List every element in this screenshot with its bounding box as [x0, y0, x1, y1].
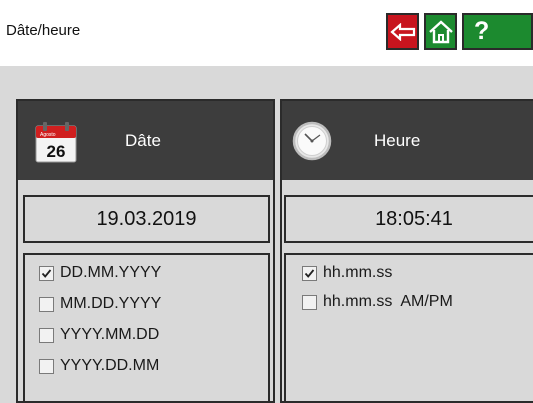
option-label: hh.mm.ss — [323, 264, 393, 281]
back-button[interactable] — [386, 13, 419, 50]
time-format-options: hh.mm.ss hh.mm.ss AM/PM — [284, 253, 533, 403]
time-format-option[interactable]: hh.mm.ss AM/PM — [302, 293, 453, 311]
checkbox[interactable] — [39, 327, 54, 343]
help-button[interactable]: ? — [462, 13, 533, 50]
checkbox[interactable] — [39, 265, 54, 281]
checkbox[interactable] — [39, 296, 54, 312]
calendar-day: 26 — [47, 142, 66, 161]
option-label: DD.MM.YYYY — [60, 264, 162, 281]
clock-icon — [292, 121, 332, 161]
calendar-month: Agosto — [40, 132, 56, 138]
checkbox[interactable] — [302, 265, 317, 281]
time-panel: Heure 18:05:41 hh.mm.ss hh.mm.ss AM/PM — [280, 99, 533, 403]
time-panel-header: Heure — [282, 101, 533, 180]
checkbox[interactable] — [39, 358, 54, 374]
page-title: Dâte/heure — [6, 22, 81, 39]
time-value[interactable]: 18:05:41 — [284, 195, 533, 243]
calendar-icon: Agosto 26 — [35, 122, 77, 163]
date-format-option[interactable]: MM.DD.YYYY — [39, 295, 161, 313]
date-label: Dâte — [125, 131, 161, 150]
date-panel: Agosto 26 Dâte 19.03.2019 DD.MM.YYYY MM.… — [16, 99, 275, 403]
option-label: YYYY.DD.MM — [60, 357, 160, 374]
time-label: Heure — [374, 131, 421, 150]
option-label: hh.mm.ss AM/PM — [323, 293, 453, 310]
date-panel-header: Agosto 26 Dâte — [18, 101, 273, 180]
date-format-option[interactable]: YYYY.DD.MM — [39, 357, 159, 375]
date-value[interactable]: 19.03.2019 — [23, 195, 270, 243]
title-bar: Dâte/heure ? — [0, 0, 533, 66]
checkmark-icon — [304, 268, 315, 278]
checkmark-icon — [41, 268, 52, 278]
checkbox[interactable] — [302, 294, 317, 310]
option-label: YYYY.MM.DD — [60, 326, 160, 343]
option-label: MM.DD.YYYY — [60, 295, 162, 312]
time-format-option[interactable]: hh.mm.ss — [302, 264, 392, 282]
home-icon — [428, 19, 453, 43]
content-area: Agosto 26 Dâte 19.03.2019 DD.MM.YYYY MM.… — [0, 66, 533, 403]
arrow-left-icon — [389, 22, 415, 41]
date-format-options: DD.MM.YYYY MM.DD.YYYY YYYY.MM.DD YYYY.DD… — [23, 253, 270, 403]
date-format-option[interactable]: YYYY.MM.DD — [39, 326, 159, 344]
date-format-option[interactable]: DD.MM.YYYY — [39, 264, 161, 282]
help-label: ? — [474, 17, 490, 45]
home-button[interactable] — [424, 13, 457, 50]
